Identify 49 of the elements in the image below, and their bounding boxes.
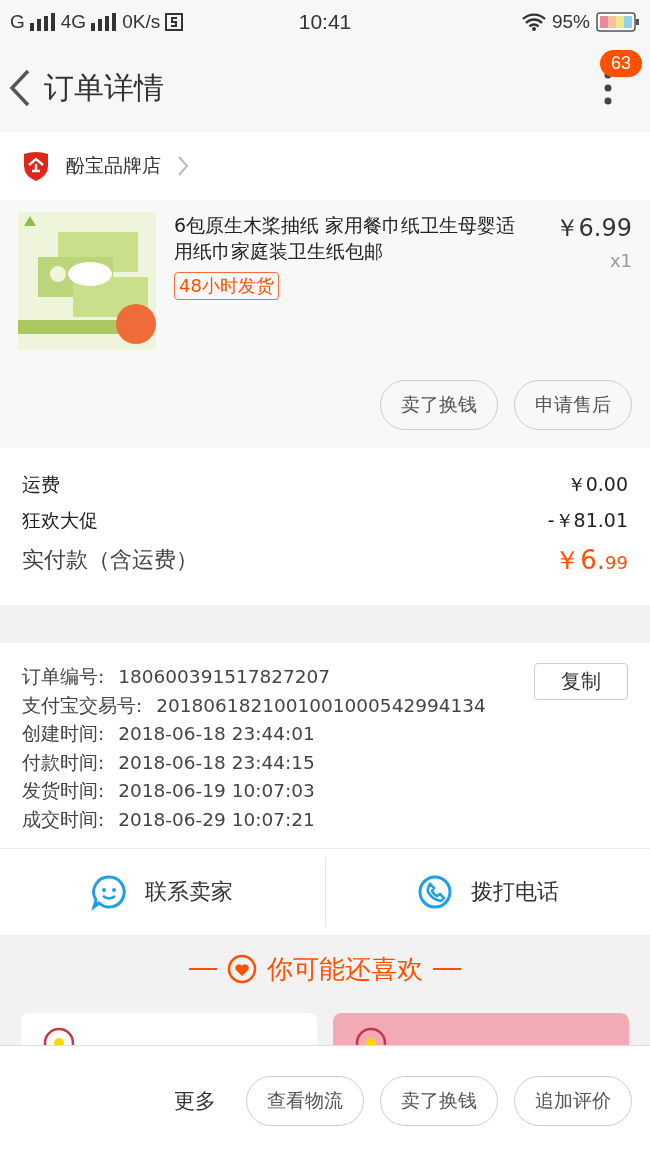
chat-face-icon	[91, 874, 128, 910]
more-link[interactable]: 更多	[174, 1087, 216, 1115]
signal-icon	[29, 13, 56, 31]
speed-label: 0K/s	[122, 11, 161, 33]
action-button[interactable]: 查看物流	[246, 1076, 364, 1126]
phone-icon	[416, 874, 453, 910]
fee-value: ￥0.00	[566, 472, 628, 497]
notification-badge: 63	[599, 50, 642, 77]
fee-label: 实付款（含运费）	[22, 546, 198, 574]
fee-label: 运费	[22, 472, 60, 497]
shield-icon	[22, 150, 50, 182]
info-value: 2018-06-18 23:44:01	[118, 722, 315, 746]
product-title[interactable]: 6包原生木桨抽纸 家用餐巾纸卫生母婴适用纸巾家庭装卫生纸包邮	[174, 212, 522, 264]
contact-button[interactable]: 拨打电话	[324, 857, 650, 927]
wifi-icon	[521, 13, 546, 31]
section-title: 你可能还喜欢	[267, 952, 423, 986]
info-label: 付款时间:	[22, 750, 105, 775]
info-label: 订单编号:	[22, 665, 105, 689]
sim-icon	[165, 13, 184, 31]
contact-button[interactable]: 联系卖家	[0, 849, 325, 935]
total-price: ￥6.99	[554, 544, 628, 577]
action-button[interactable]: 卖了换钱	[380, 380, 498, 430]
info-label: 创建时间:	[22, 722, 105, 746]
signal-icon	[91, 13, 118, 31]
info-value: 180600391517827207	[118, 665, 331, 689]
page-title: 订单详情	[44, 68, 164, 107]
action-button[interactable]: 卖了换钱	[380, 1076, 498, 1126]
clock: 10:41	[297, 10, 353, 34]
product-quantity: x1	[608, 250, 632, 271]
carrier-label: G	[10, 11, 25, 33]
info-value: 2018-06-18 23:44:15	[118, 750, 315, 775]
info-value: 2018-06-19 10:07:03	[118, 779, 315, 803]
info-label: 发货时间:	[22, 779, 105, 803]
info-label: 支付宝交易号:	[22, 693, 143, 718]
battery-percent: 95%	[551, 11, 590, 33]
info-value: 2018-06-29 10:07:21	[118, 807, 315, 832]
action-button[interactable]: 追加评价	[514, 1076, 632, 1126]
info-label: 成交时间:	[22, 807, 105, 832]
product-price: ￥6.99	[553, 213, 632, 244]
battery-icon	[596, 12, 640, 32]
shipping-tag: 48小时发货	[174, 272, 279, 300]
fee-value: -￥81.01	[547, 508, 628, 533]
shop-name[interactable]: 酚宝品牌店	[66, 153, 161, 179]
back-icon[interactable]	[8, 68, 32, 108]
fee-label: 狂欢大促	[22, 508, 98, 533]
action-button[interactable]: 申请售后	[514, 380, 632, 430]
copy-button[interactable]: 复制	[534, 663, 628, 700]
info-value: 2018061821001001000542994134	[156, 693, 486, 718]
network-label: 4G	[60, 11, 87, 33]
